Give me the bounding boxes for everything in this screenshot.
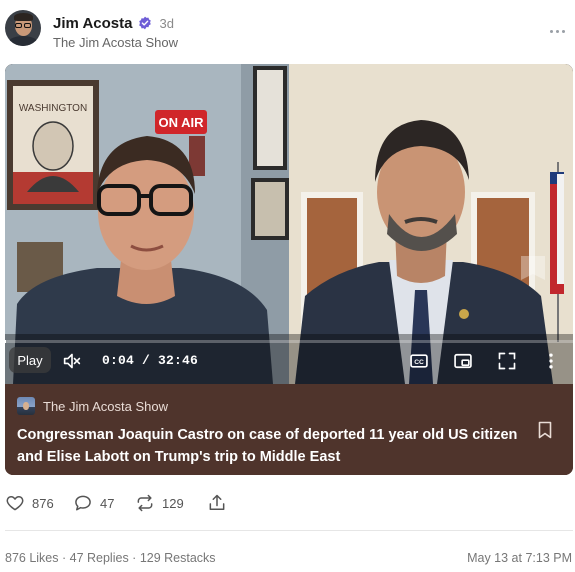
landscape-picture — [255, 182, 285, 236]
more-dot — [561, 29, 565, 33]
avatar-hair — [14, 13, 33, 21]
share-button[interactable] — [207, 490, 227, 516]
video-frame: WASHINGTON ON AIR — [5, 64, 573, 384]
summary-separator: · — [128, 551, 140, 565]
time-current: 0:04 — [102, 353, 135, 368]
verified-badge-icon — [139, 16, 152, 30]
comment-count: 47 — [100, 495, 115, 511]
bookmark-icon[interactable] — [537, 421, 553, 439]
author-name[interactable]: Jim Acosta — [53, 15, 132, 32]
replies-summary[interactable]: 47 Replies — [70, 551, 129, 565]
more-vertical-icon[interactable] — [541, 351, 561, 371]
post-date[interactable]: May 13 at 7:13 PM — [467, 551, 572, 565]
svg-text:CC: CC — [414, 359, 424, 366]
closed-captions-icon[interactable]: CC — [409, 351, 429, 371]
video-title[interactable]: Congressman Joaquin Castro on case of de… — [17, 424, 527, 468]
divider — [5, 530, 573, 531]
video-timecode: 0:04 / 32:46 — [102, 353, 198, 368]
time-separator: / — [134, 353, 159, 368]
avatar-shirt — [7, 36, 39, 46]
likes-summary[interactable]: 876 Likes — [5, 551, 59, 565]
avatar-glasses-right — [24, 23, 31, 28]
post-header: Jim Acosta 3d The Jim Acosta Show — [0, 0, 575, 60]
more-dot — [555, 29, 559, 33]
post-actions: 876 47 129 — [0, 490, 575, 518]
on-air-label: ON AIR — [158, 115, 204, 130]
video-player[interactable]: WASHINGTON ON AIR Play 0:04 / 32:46 CC — [5, 64, 573, 384]
statue-picture — [257, 70, 283, 166]
more-dot — [549, 29, 553, 33]
time-total: 32:46 — [158, 353, 199, 368]
like-count: 876 — [32, 495, 54, 511]
restack-count: 129 — [162, 495, 184, 511]
restacks-summary[interactable]: 129 Restacks — [140, 551, 216, 565]
summary-separator: · — [58, 551, 70, 565]
author-row: Jim Acosta 3d — [53, 14, 174, 32]
restack-icon — [137, 494, 153, 512]
avatar-glasses-left — [15, 23, 22, 28]
card-publication-name: The Jim Acosta Show — [43, 398, 168, 414]
portrait-head — [32, 121, 74, 171]
mute-icon[interactable] — [62, 352, 82, 370]
miniplayer-icon[interactable] — [453, 351, 473, 371]
avatar[interactable] — [5, 10, 41, 46]
video-post-card[interactable]: WASHINGTON ON AIR Play 0:04 / 32:46 CC T… — [5, 64, 573, 475]
flag-white — [557, 174, 564, 284]
card-publication-row[interactable]: The Jim Acosta Show — [17, 397, 168, 415]
publication-logo-icon — [17, 397, 35, 415]
heart-icon — [6, 496, 24, 511]
guest-pin — [459, 309, 469, 319]
comment-icon — [75, 495, 91, 511]
engagement-summary: 876 Likes · 47 Replies · 129 Restacks — [5, 551, 216, 565]
like-button[interactable]: 876 — [5, 490, 54, 516]
share-icon — [209, 494, 225, 510]
fullscreen-icon[interactable] — [497, 351, 517, 371]
restack-button[interactable]: 129 — [135, 490, 184, 516]
portrait-label: WASHINGTON — [19, 103, 87, 114]
video-progress-bar[interactable] — [5, 340, 573, 343]
play-button[interactable]: Play — [9, 347, 51, 373]
more-options-icon[interactable] — [549, 23, 565, 39]
video-progress-fill — [5, 340, 7, 343]
post-time[interactable]: 3d — [159, 16, 173, 31]
comment-button[interactable]: 47 — [73, 490, 114, 516]
publication-name[interactable]: The Jim Acosta Show — [53, 35, 178, 50]
